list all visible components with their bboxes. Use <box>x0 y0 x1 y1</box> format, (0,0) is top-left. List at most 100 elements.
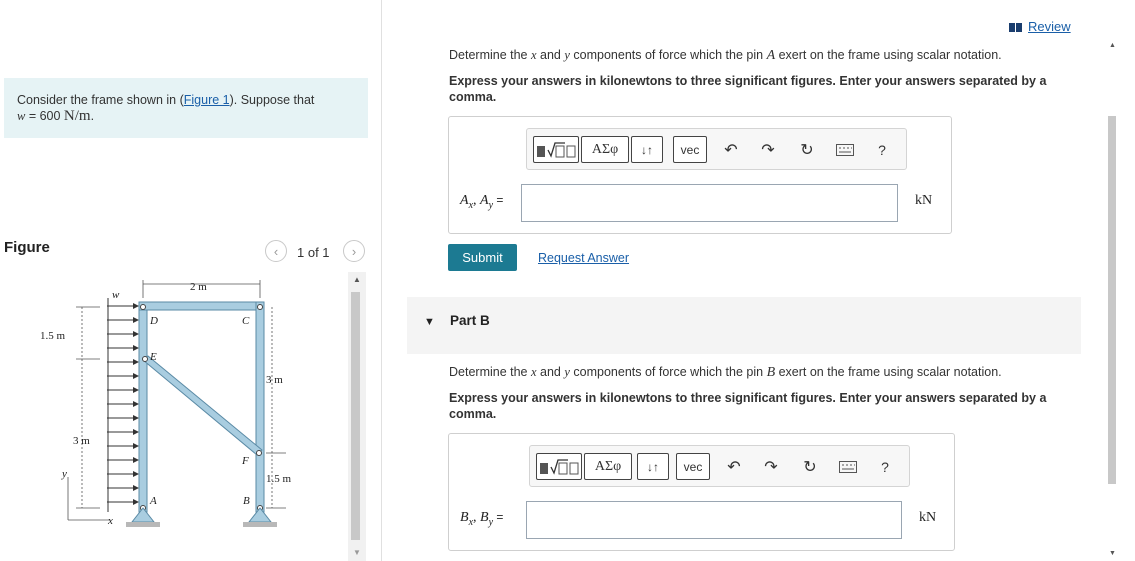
part-b-and: and <box>536 365 565 379</box>
sort-button[interactable]: ↓↑ <box>637 453 669 480</box>
chevron-left-icon: ‹ <box>273 243 279 259</box>
part-b-pin: B <box>766 365 776 380</box>
undo-icon[interactable]: ↶ <box>724 458 744 476</box>
label-y-axis: y <box>61 468 67 480</box>
part-b-instruction: Express your answers in kilonewtons to t… <box>449 391 1047 421</box>
part-a-label-y: A <box>480 193 489 208</box>
supports <box>126 507 277 527</box>
keyboard-icon[interactable] <box>838 458 858 476</box>
greek-button[interactable]: ΑΣφ <box>584 453 632 480</box>
review-link[interactable]: Review <box>1028 19 1071 34</box>
part-a-label-equals: = <box>493 193 504 207</box>
part-b-header[interactable] <box>407 297 1081 354</box>
pin-c <box>257 304 263 310</box>
part-b-label-equals: = <box>493 510 504 524</box>
greek-button[interactable]: ΑΣφ <box>581 136 629 163</box>
part-b-label-y: B <box>480 510 489 525</box>
part-b-prompt: Determine the x and y components of forc… <box>449 364 1079 381</box>
collapse-caret-icon[interactable]: ▼ <box>424 316 435 328</box>
part-a-prompt-post: exert on the frame using scalar notation… <box>775 48 1002 62</box>
review-label: Review <box>1028 19 1071 34</box>
scroll-up-icon[interactable]: ▲ <box>353 275 361 284</box>
part-a-toolbar: ΑΣφ ↓↑ vec ↶ ↷ ↻ ? <box>526 128 907 170</box>
help-icon: ? <box>878 142 886 158</box>
vec-icon: vec <box>683 459 703 474</box>
review-icon <box>1009 23 1022 32</box>
reset-icon[interactable]: ↻ <box>797 141 817 159</box>
pin-e <box>142 356 148 362</box>
figure-title: Figure <box>4 239 50 256</box>
w-value: = 600 <box>25 109 64 123</box>
sort-button[interactable]: ↓↑ <box>631 136 663 163</box>
label-right-dim-2: 1.5 m <box>266 473 292 485</box>
problem-statement: Consider the frame shown in (Figure 1). … <box>17 92 357 124</box>
dimension-lines <box>67 280 286 521</box>
templates-icon <box>540 458 579 475</box>
part-b-toolbar: ΑΣφ ↓↑ vec ↶ ↷ ↻ ? <box>529 445 910 487</box>
reset-icon[interactable]: ↻ <box>800 458 820 476</box>
part-b-unit: kN <box>919 510 937 525</box>
vec-icon: vec <box>680 142 700 157</box>
member-dc <box>138 301 265 311</box>
part-a-and: and <box>536 48 565 62</box>
redo-icon[interactable]: ↷ <box>758 141 778 159</box>
part-b-answer-input[interactable] <box>526 501 902 539</box>
label-c: C <box>242 315 250 327</box>
label-e: E <box>149 351 157 363</box>
templates-button[interactable] <box>536 453 582 480</box>
part-a-label-x: A <box>460 193 469 208</box>
greek-icon: ΑΣφ <box>591 141 619 157</box>
label-left-dim-1: 1.5 m <box>40 330 66 342</box>
vec-button[interactable]: vec <box>673 136 707 163</box>
part-b-answer-box: ΑΣφ ↓↑ vec ↶ ↷ ↻ ? Bx, By = kN <box>448 433 955 551</box>
w-unit: N/m <box>63 108 91 124</box>
part-b-label-x: B <box>460 510 469 525</box>
pin-d <box>140 304 146 310</box>
label-w: w <box>112 289 120 301</box>
sort-icon: ↓↑ <box>641 142 653 157</box>
problem-after-link-text: ). Suppose that <box>229 93 315 107</box>
part-a-prompt-mid: components of force which the pin <box>569 48 767 62</box>
page-scrollbar-thumb[interactable] <box>1108 116 1116 484</box>
figure-counter: 1 of 1 <box>297 245 330 260</box>
member-ef <box>142 355 263 456</box>
label-f: F <box>241 455 249 467</box>
scroll-down-icon[interactable]: ▼ <box>353 548 361 557</box>
problem-intro-text: Consider the frame shown in ( <box>17 93 184 107</box>
part-a-prompt-pre: Determine the <box>449 48 531 62</box>
figure-link[interactable]: Figure 1 <box>184 93 230 107</box>
label-a: A <box>149 495 157 507</box>
part-a-unit: kN <box>915 193 933 208</box>
help-button[interactable]: ? <box>875 458 895 476</box>
templates-icon <box>537 141 576 158</box>
submit-button[interactable]: Submit <box>448 244 517 271</box>
figure-scrollbar-thumb[interactable] <box>351 292 360 540</box>
keyboard-icon[interactable] <box>835 141 855 159</box>
page-scroll-up-icon[interactable]: ▲ <box>1109 42 1116 49</box>
sort-icon: ↓↑ <box>647 459 659 474</box>
help-button[interactable]: ? <box>872 141 892 159</box>
redo-icon[interactable]: ↷ <box>761 458 781 476</box>
member-cb <box>255 301 265 513</box>
part-b-prompt-post: exert on the frame using scalar notation… <box>775 365 1002 379</box>
part-b-prompt-mid: components of force which the pin <box>569 365 767 379</box>
part-b-label-comma: , <box>473 510 481 525</box>
prev-figure-button[interactable]: ‹ <box>265 240 287 262</box>
label-left-dim-2: 3 m <box>73 435 90 447</box>
request-answer-link[interactable]: Request Answer <box>538 251 629 265</box>
member-ad <box>138 301 148 513</box>
next-figure-button[interactable]: › <box>343 240 365 262</box>
label-top-dim: 2 m <box>190 281 207 293</box>
label-b: B <box>243 495 250 507</box>
part-a-prompt: Determine the x and y components of forc… <box>449 47 1079 64</box>
part-a-pin: A <box>766 48 776 63</box>
part-b-prompt-pre: Determine the <box>449 365 531 379</box>
part-a-instruction: Express your answers in kilonewtons to t… <box>449 74 1047 104</box>
part-a-answer-input[interactable] <box>521 184 898 222</box>
vec-button[interactable]: vec <box>676 453 710 480</box>
distributed-load-arrows <box>107 298 139 512</box>
chevron-right-icon: › <box>351 243 357 259</box>
page-scroll-down-icon[interactable]: ▼ <box>1109 550 1116 557</box>
undo-icon[interactable]: ↶ <box>721 141 741 159</box>
templates-button[interactable] <box>533 136 579 163</box>
